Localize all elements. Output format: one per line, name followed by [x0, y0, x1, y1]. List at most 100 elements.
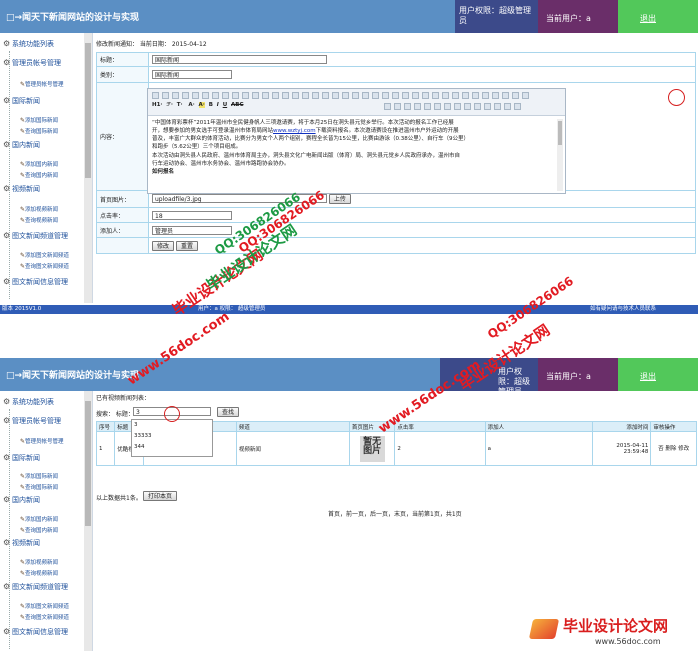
editor-tool-icon[interactable] [152, 92, 159, 99]
sidebar-item-admin-account[interactable]: ✎管理员帐号管理 [20, 80, 64, 88]
sidebar-scrollbar[interactable] [84, 391, 92, 651]
editor-tool-icon[interactable] [394, 103, 401, 110]
sidebar-item-query-photo-channel[interactable]: ✎查询图文新闻频道 [20, 262, 69, 270]
italic-tool[interactable]: I [217, 102, 219, 108]
editor-tool-icon[interactable] [222, 92, 229, 99]
editor-tool-icon[interactable] [322, 92, 329, 99]
logout-link[interactable]: 退出 [618, 358, 698, 391]
bold-tool[interactable]: B [209, 102, 213, 108]
editor-tool-icon[interactable] [312, 92, 319, 99]
sidebar-item-query-photo-channel[interactable]: ✎查询图文新闻频道 [20, 613, 69, 621]
sidebar-item-add-video[interactable]: ✎添加视频新闻 [20, 558, 58, 566]
sidebar-item-add-domestic[interactable]: ✎添加国内新闻 [20, 160, 58, 168]
sidebar-item-query-domestic[interactable]: ✎查询国内新闻 [20, 171, 58, 179]
search-autocomplete[interactable]: 3 33333 344 [131, 419, 213, 457]
editor-tool-icon[interactable] [412, 92, 419, 99]
editor-tool-icon[interactable] [462, 92, 469, 99]
sidebar-group-admin[interactable]: ⚙ 管理员帐号管理 [3, 416, 61, 426]
heading-tool[interactable]: H1· [152, 102, 163, 108]
font-tool[interactable]: ℱ· [166, 102, 173, 108]
clicks-input[interactable]: 18 [152, 210, 232, 220]
sidebar-item-add-intl[interactable]: ✎添加国际新闻 [20, 116, 58, 124]
editor-tool-icon[interactable] [442, 92, 449, 99]
sidebar-group-video[interactable]: ⚙ 视频新闻 [3, 184, 40, 194]
sidebar-item-add-domestic[interactable]: ✎添加国内新闻 [20, 515, 58, 523]
strikethrough-tool[interactable]: ABC [231, 102, 244, 108]
editor-tool-icon[interactable] [432, 92, 439, 99]
editor-tool-icon[interactable] [292, 92, 299, 99]
editor-tool-icon[interactable] [252, 92, 259, 99]
title-input[interactable]: 国际新闻 [152, 55, 327, 64]
editor-tool-icon[interactable] [434, 103, 441, 110]
sidebar-group-admin[interactable]: ⚙ 管理员帐号管理 [3, 58, 61, 68]
editor-tool-icon[interactable] [202, 92, 209, 99]
editor-tool-icon[interactable] [444, 103, 451, 110]
editor-tool-icon[interactable] [474, 103, 481, 110]
editor-tool-icon[interactable] [454, 103, 461, 110]
editor-tool-icon[interactable] [352, 92, 359, 99]
sidebar-item-query-intl[interactable]: ✎查询国际新闻 [20, 127, 58, 135]
sidebar-item-add-intl[interactable]: ✎添加国际新闻 [20, 472, 58, 480]
editor-tool-icon[interactable] [482, 92, 489, 99]
sidebar-scrollbar[interactable] [84, 33, 92, 303]
sidebar-group-photo-info[interactable]: ⚙ 图文新闻信息管理 [3, 277, 68, 287]
category-select[interactable]: 国际新闻 [152, 70, 232, 79]
modify-button[interactable]: 修改 [152, 240, 175, 251]
sidebar-group-video[interactable]: ⚙ 视频新闻 [3, 538, 40, 548]
sidebar-group-domestic[interactable]: ⚙ 国内新闻 [3, 140, 40, 150]
upload-button[interactable]: 上传 [328, 194, 351, 204]
sidebar-group-photo-channel[interactable]: ⚙ 图文新闻频道管理 [3, 231, 68, 241]
reset-button[interactable]: 重置 [175, 240, 198, 251]
editor-tool-icon[interactable] [384, 103, 391, 110]
editor-tool-icon[interactable] [512, 92, 519, 99]
editor-tool-icon[interactable] [422, 92, 429, 99]
editor-tool-icon[interactable] [392, 92, 399, 99]
editor-tool-icon[interactable] [212, 92, 219, 99]
editor-tool-icon[interactable] [372, 92, 379, 99]
editor-tool-icon[interactable] [424, 103, 431, 110]
editor-tool-icon[interactable] [404, 103, 411, 110]
editor-tool-icon[interactable] [502, 92, 509, 99]
sidebar-item-query-video[interactable]: ✎查询视频新闻 [20, 216, 58, 224]
editor-tool-icon[interactable] [332, 92, 339, 99]
underline-tool[interactable]: U [223, 102, 227, 108]
sidebar-item-admin-account[interactable]: ✎管理员帐号管理 [20, 437, 64, 445]
editor-tool-icon[interactable] [242, 92, 249, 99]
sidebar-group-intl[interactable]: ⚙ 国际新闻 [3, 453, 40, 463]
suggestion-item[interactable]: 344 [132, 442, 212, 453]
editor-tool-icon[interactable] [282, 92, 289, 99]
editor-tool-icon[interactable] [182, 92, 189, 99]
editor-tool-icon[interactable] [402, 92, 409, 99]
editor-tool-icon[interactable] [192, 92, 199, 99]
editor-tool-icon[interactable] [504, 103, 511, 110]
editor-scrollbar[interactable] [557, 119, 563, 191]
editor-tool-icon[interactable] [452, 92, 459, 99]
font-color-tool[interactable]: A· [188, 102, 194, 108]
sidebar-item-add-photo-channel[interactable]: ✎添加图文新闻频道 [20, 602, 69, 610]
search-button[interactable]: 查找 [217, 407, 240, 417]
print-button[interactable]: 打印本页 [143, 491, 178, 501]
suggestion-item[interactable]: 33333 [132, 431, 212, 442]
editor-tool-icon[interactable] [162, 92, 169, 99]
pager[interactable]: 首页，前一页，后一页，末页，当前第1页，共1页 [328, 509, 462, 518]
sidebar-item-query-domestic[interactable]: ✎查询国内新闻 [20, 526, 58, 534]
editor-tool-icon[interactable] [362, 92, 369, 99]
sidebar-group-photo-channel[interactable]: ⚙ 图文新闻频道管理 [3, 582, 68, 592]
editor-tool-icon[interactable] [272, 92, 279, 99]
sidebar-group-domestic[interactable]: ⚙ 国内新闻 [3, 495, 40, 505]
sidebar-item-add-photo-channel[interactable]: ✎添加图文新闻频道 [20, 251, 69, 259]
editor-tool-icon[interactable] [302, 92, 309, 99]
editor-tool-icon[interactable] [382, 92, 389, 99]
adder-input[interactable]: 管理员 [152, 225, 232, 235]
editor-tool-icon[interactable] [414, 103, 421, 110]
row-actions[interactable]: 否 删除 修改 [650, 431, 697, 466]
editor-tool-icon[interactable] [492, 92, 499, 99]
size-tool[interactable]: T· [177, 102, 183, 108]
content-link[interactable]: www.wztyj.com [273, 128, 316, 134]
sidebar-group-photo-info[interactable]: ⚙ 图文新闻信息管理 [3, 627, 68, 637]
highlight-tool[interactable]: A· [198, 102, 205, 108]
editor-tool-icon[interactable] [342, 92, 349, 99]
sidebar-item-query-intl[interactable]: ✎查询国际新闻 [20, 483, 58, 491]
editor-tool-icon[interactable] [472, 92, 479, 99]
editor-tool-icon[interactable] [262, 92, 269, 99]
